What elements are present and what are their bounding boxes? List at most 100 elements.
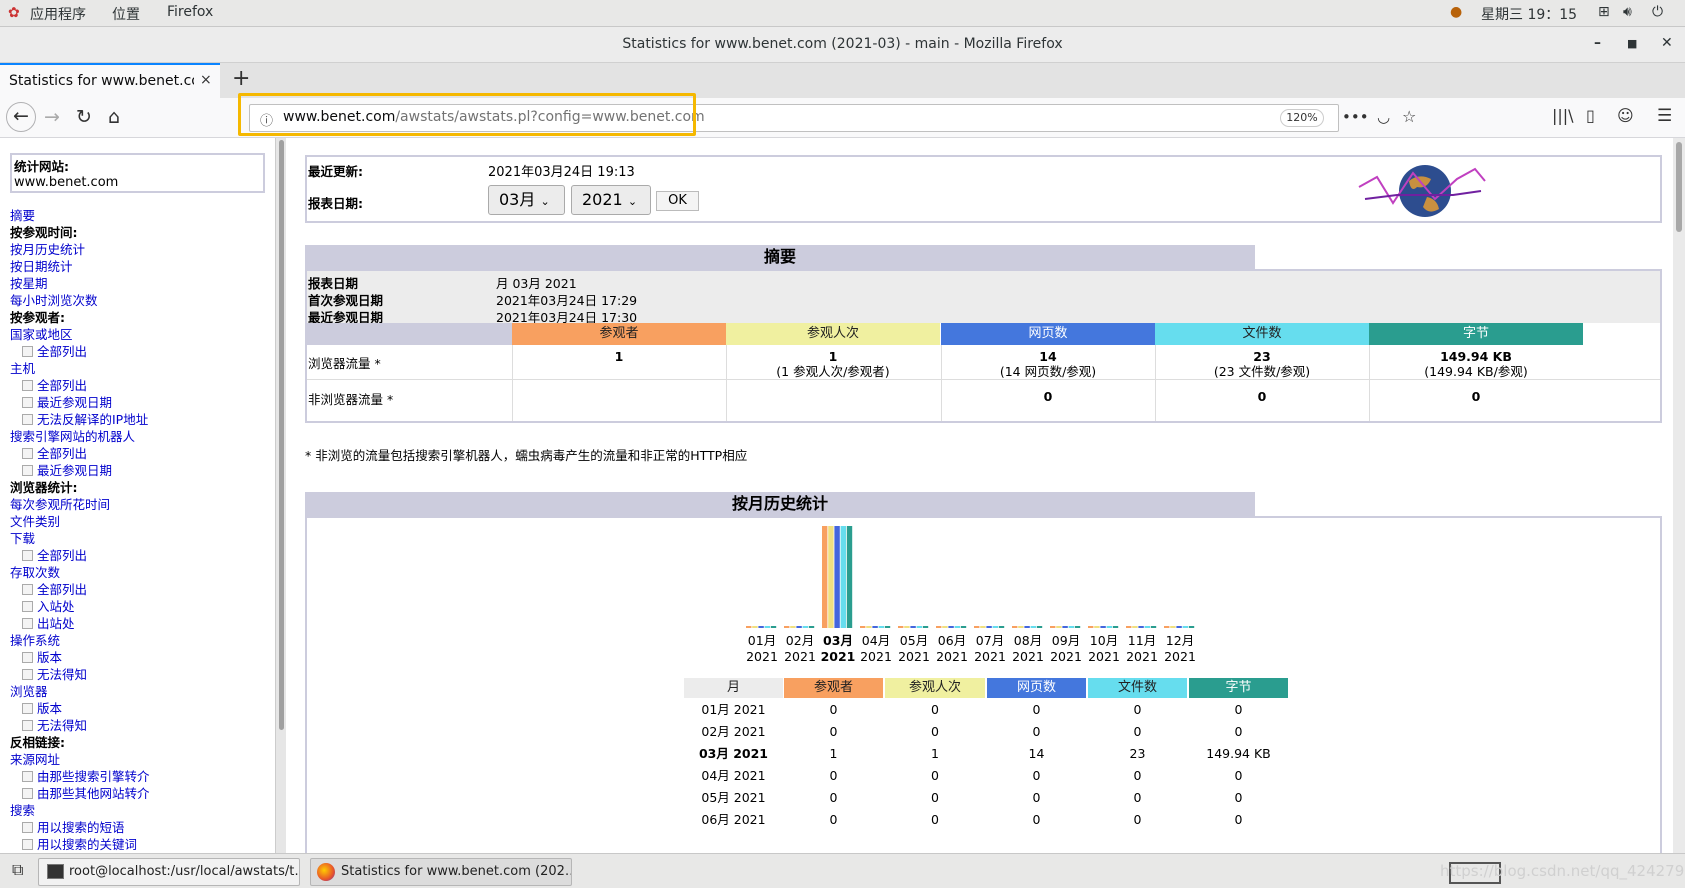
browser-traffic-value: 23 <box>1253 349 1271 364</box>
monthly-table-cell: 0 <box>1032 790 1041 805</box>
nav-subitem[interactable]: 版本 <box>10 649 270 666</box>
nav-subitem[interactable]: 无法得知 <box>10 666 270 683</box>
nav-subitem[interactable]: 由那些搜索引擎转介 <box>10 768 270 785</box>
chart-bar <box>878 626 884 628</box>
maximize-icon[interactable]: ■ <box>1627 37 1637 50</box>
status-indicator-icon[interactable]: ● <box>1450 4 1462 20</box>
terminal-icon <box>47 864 64 879</box>
chart-year-label: 2021 <box>898 649 930 664</box>
chart-bar <box>1182 626 1188 628</box>
nav-subitem[interactable]: 无法得知 <box>10 717 270 734</box>
bookmark-star-icon[interactable]: ☆ <box>1402 107 1416 126</box>
browser-traffic-ratio: (149.94 KB/参观) <box>1424 364 1528 379</box>
nav-subitem[interactable]: 最近参观日期 <box>10 394 270 411</box>
chart-bar <box>1150 626 1157 628</box>
nav-subitem[interactable]: 版本 <box>10 700 270 717</box>
nav-subitem[interactable]: 全部列出 <box>10 581 270 598</box>
chart-year-label: 2021 <box>974 649 1006 664</box>
nav-scrollbar-thumb[interactable] <box>279 140 284 730</box>
nav-link[interactable]: 操作系统 <box>10 632 270 649</box>
page-scrollbar[interactable] <box>1673 138 1685 853</box>
account-icon[interactable]: ☺ <box>1617 106 1634 125</box>
nav-link[interactable]: 每次参观所花时间 <box>10 496 270 513</box>
network-icon[interactable]: ⊞ <box>1598 4 1610 20</box>
nav-subitem[interactable]: 入站处 <box>10 598 270 615</box>
page-actions-icon[interactable]: ••• <box>1342 108 1369 126</box>
monthly-table-cell: 0 <box>1234 724 1243 739</box>
chart-bar <box>998 626 1005 628</box>
home-icon[interactable]: ⌂ <box>108 106 120 128</box>
year-select[interactable]: 2021 ⌄ <box>571 185 651 215</box>
monthly-table-cell: 23 <box>1129 746 1146 761</box>
monthly-table-cell: 0 <box>829 812 838 827</box>
chart-year-label: 2021 <box>1088 649 1120 664</box>
nav-link[interactable]: 每小时浏览次数 <box>10 292 270 309</box>
sidebar-toggle-icon[interactable]: ▯ <box>1586 106 1595 125</box>
nav-link[interactable]: 搜索 <box>10 802 270 819</box>
chart-year-label: 2021 <box>1126 649 1158 664</box>
chart-year-label: 2021 <box>860 649 892 664</box>
nav-link[interactable]: 按月历史统计 <box>10 241 270 258</box>
monthly-table-cell: 0 <box>1234 768 1243 783</box>
forward-icon[interactable]: → <box>44 106 60 128</box>
nav-subitem[interactable]: 全部列出 <box>10 547 270 564</box>
places-menu[interactable]: 位置 <box>112 4 140 24</box>
hamburger-menu-icon[interactable]: ☰ <box>1657 106 1672 126</box>
tab-awstats[interactable]: Statistics for www.benet.com × <box>0 63 220 98</box>
nav-link[interactable]: 浏览器 <box>10 683 270 700</box>
nav-link[interactable]: 搜索引擎网站的机器人 <box>10 428 270 445</box>
summary-note: * 非浏览的流量包括搜索引擎机器人，蠕虫病毒产生的流量和非正常的HTTP相应 <box>305 448 748 463</box>
firefox-menu[interactable]: Firefox <box>167 4 213 20</box>
nav-subitem[interactable]: 无法反解译的IP地址 <box>10 411 270 428</box>
chart-bar <box>840 526 846 628</box>
nav-subitem[interactable]: 全部列出 <box>10 445 270 462</box>
taskbar-terminal[interactable]: root@localhost:/usr/local/awstats/t… <box>38 858 300 886</box>
pocket-icon[interactable]: ◡ <box>1377 108 1390 126</box>
nav-link[interactable]: 文件类别 <box>10 513 270 530</box>
nav-link[interactable]: 存取次数 <box>10 564 270 581</box>
chart-bar <box>860 626 866 628</box>
monthly-table-cell: 0 <box>1133 702 1142 717</box>
chart-bar <box>834 526 840 628</box>
nav-subitem[interactable]: 用以搜索的关键词 <box>10 836 270 853</box>
chart-bar <box>898 626 904 628</box>
taskbar-firefox[interactable]: Statistics for www.benet.com (202… <box>310 858 572 886</box>
nav-link[interactable]: 下载 <box>10 530 270 547</box>
nonbrowser-traffic-value: 0 <box>1043 389 1053 404</box>
taskbar-terminal-label: root@localhost:/usr/local/awstats/t… <box>69 864 300 879</box>
nav-subitem[interactable]: 全部列出 <box>10 343 270 360</box>
site-value: www.benet.com <box>14 175 119 190</box>
minimize-icon[interactable]: – <box>1594 35 1601 51</box>
close-tab-icon[interactable]: × <box>200 72 212 88</box>
nav-link[interactable]: 国家或地区 <box>10 326 270 343</box>
nav-subitem[interactable]: 由那些其他网站转介 <box>10 785 270 802</box>
chart-bar <box>828 526 834 628</box>
ok-button[interactable]: OK <box>656 191 699 211</box>
volume-icon[interactable]: 🔊︎ <box>1623 4 1632 20</box>
nav-link[interactable]: 主机 <box>10 360 270 377</box>
nav-link[interactable]: 按星期 <box>10 275 270 292</box>
column-divider <box>1369 345 1370 421</box>
clock[interactable]: 星期三 19：15 <box>1481 4 1577 24</box>
apps-menu-icon[interactable]: ✿ <box>8 5 20 21</box>
power-icon[interactable]: ⏻ <box>1652 4 1663 20</box>
zoom-level[interactable]: 120% <box>1280 109 1324 127</box>
new-tab-button[interactable]: + <box>232 66 250 91</box>
page-scrollbar-thumb[interactable] <box>1676 142 1682 232</box>
reload-icon[interactable]: ↻ <box>76 106 92 128</box>
nav-link[interactable]: 来源网址 <box>10 751 270 768</box>
library-icon[interactable]: |||\ <box>1552 106 1574 125</box>
nav-link[interactable]: 按日期统计 <box>10 258 270 275</box>
nav-subitem[interactable]: 最近参观日期 <box>10 462 270 479</box>
applications-menu[interactable]: 应用程序 <box>30 4 86 24</box>
monthly-table-cell: 0 <box>1032 768 1041 783</box>
nav-subitem[interactable]: 用以搜索的短语 <box>10 819 270 836</box>
show-desktop-icon[interactable]: ⧉ <box>12 860 23 880</box>
nav-subitem[interactable]: 全部列出 <box>10 377 270 394</box>
month-select[interactable]: 03月 ⌄ <box>488 185 565 215</box>
back-icon[interactable]: ← <box>6 102 36 132</box>
taskbar: ⧉ root@localhost:/usr/local/awstats/t… S… <box>0 853 1685 888</box>
nav-subitem[interactable]: 出站处 <box>10 615 270 632</box>
nav-link[interactable]: 摘要 <box>10 207 270 224</box>
close-window-icon[interactable]: ✕ <box>1661 35 1673 51</box>
